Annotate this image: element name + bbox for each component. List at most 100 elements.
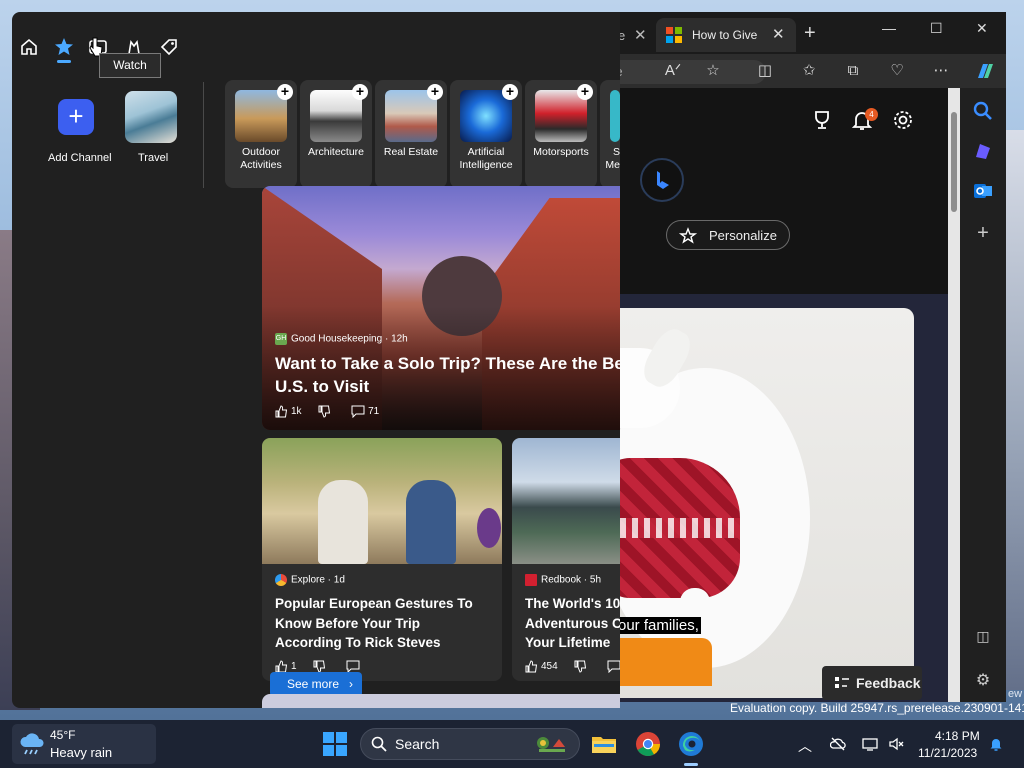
weather-widget-button[interactable]: 45°F Heavy rain	[12, 724, 156, 764]
home-icon[interactable]	[18, 36, 40, 58]
card-title-line: Popular European Gestures To	[275, 596, 473, 611]
close-window-icon[interactable]: ✕	[976, 20, 988, 37]
edge-browser-window: e ✕ How to Give ✕ + — ☐ ✕ yle Aᐟ ☆ ◫ ✩ ⧉…	[560, 12, 1006, 702]
taskbar-clock-time[interactable]: 4:18 PM	[935, 729, 980, 743]
add-sidebar-app-icon[interactable]: +	[972, 222, 994, 244]
dislike-button[interactable]	[318, 405, 334, 418]
bing-chat-button[interactable]	[640, 158, 684, 202]
hero-news-card[interactable]: GH Good Housekeeping · 12h Want to Take a…	[262, 186, 620, 430]
taskbar-search[interactable]	[360, 728, 580, 760]
add-topic-plus-icon[interactable]: +	[577, 84, 593, 100]
travel-channel-thumbnail[interactable]	[125, 91, 177, 143]
notification-center-bell-icon[interactable]	[988, 736, 1004, 752]
explore-logo-icon	[275, 574, 287, 586]
comments-button[interactable]	[607, 660, 620, 674]
add-topic-plus-icon[interactable]: +	[352, 84, 368, 100]
like-button[interactable]: 1k	[275, 405, 302, 418]
card-title: Popular European Gestures To Know Before…	[275, 594, 473, 653]
search-icon[interactable]	[972, 100, 994, 122]
add-topic-plus-icon[interactable]: +	[427, 84, 443, 100]
chevron-right-icon: ›	[349, 677, 354, 691]
topic-thumbnail	[610, 90, 620, 142]
file-explorer-icon[interactable]	[590, 730, 618, 758]
copilot-icon[interactable]	[974, 60, 996, 82]
rewards-trophy-icon[interactable]	[810, 108, 834, 132]
copilot-sidebar-icon[interactable]	[972, 140, 994, 162]
news-card-redbook[interactable]: Redbook · 5h The World's 10 Adventurous …	[512, 438, 620, 681]
dislike-button[interactable]	[574, 660, 590, 673]
feedback-icon	[835, 677, 849, 688]
comment-icon	[607, 660, 620, 674]
settings-gear-icon[interactable]	[891, 108, 915, 132]
topic-label: Motorsports	[533, 146, 589, 158]
favorite-star-icon[interactable]: ☆	[704, 62, 722, 80]
add-topic-plus-icon[interactable]: +	[502, 84, 518, 100]
feedback-button[interactable]: Feedback	[822, 666, 922, 700]
active-nav-indicator	[57, 60, 71, 63]
taskbar-clock-date[interactable]: 11/21/2023	[918, 746, 977, 760]
card-source: Explore · 1d	[275, 574, 345, 586]
new-tab-plus-icon[interactable]: +	[804, 22, 816, 45]
like-count: 454	[541, 661, 558, 673]
chevron-up-icon[interactable]: ︿	[798, 736, 814, 754]
following-star-icon[interactable]	[53, 36, 75, 58]
topic-label: Artificial Intelligence	[459, 146, 513, 171]
topic-partial[interactable]: S Me	[600, 80, 620, 188]
active-app-indicator	[684, 763, 698, 766]
volume-muted-icon[interactable]	[888, 736, 904, 752]
personalize-button[interactable]: Personalize	[666, 220, 790, 250]
taskbar-search-input[interactable]	[395, 735, 515, 753]
scrollbar-thumb[interactable]	[951, 112, 957, 212]
browser-toolbar: yle Aᐟ ☆ ◫ ✩ ⧉ ♡ ⋯	[560, 54, 1006, 88]
close-icon[interactable]: ✕	[772, 25, 785, 43]
topic-label: S Me	[605, 146, 620, 171]
card-image-person	[406, 480, 456, 564]
comment-icon	[351, 405, 365, 419]
topic-motorsports[interactable]: + Motorsports	[525, 80, 597, 188]
edge-sidebar: + ◫ ⚙	[960, 88, 1006, 702]
network-icon[interactable]	[862, 736, 878, 752]
active-tab[interactable]: How to Give ✕	[656, 18, 796, 52]
favorites-icon[interactable]: ✩	[800, 62, 818, 80]
read-aloud-icon[interactable]: Aᐟ	[664, 62, 682, 80]
maximize-icon[interactable]: ☐	[930, 20, 943, 37]
comments-button[interactable]: 71	[351, 405, 379, 419]
hero-source-text: Good Housekeeping · 12h	[291, 333, 408, 345]
thumbs-up-icon	[275, 405, 288, 418]
card-title-line: According To Rick Steves	[275, 635, 441, 650]
news-card-explore[interactable]: Explore · 1d Popular European Gestures T…	[262, 438, 502, 681]
topic-outdoor-activities[interactable]: + Outdoor Activities	[225, 80, 297, 188]
collections-icon[interactable]: ⧉	[844, 62, 862, 80]
thumbs-down-icon	[318, 405, 331, 418]
hero-source: GH Good Housekeeping · 12h	[275, 333, 408, 345]
like-button[interactable]: 454	[525, 660, 558, 673]
chrome-icon[interactable]	[634, 730, 662, 758]
microsoft-logo-icon	[666, 27, 682, 43]
add-channel-button[interactable]: +	[58, 99, 94, 135]
shopping-tag-icon[interactable]	[158, 36, 180, 58]
browser-tab-bar: e ✕ How to Give ✕ + — ☐ ✕	[560, 12, 1006, 54]
close-icon[interactable]: ✕	[634, 26, 647, 44]
cloud-sync-off-icon[interactable]	[830, 736, 846, 752]
like-count: 1k	[291, 406, 302, 418]
topic-artificial-intelligence[interactable]: + Artificial Intelligence	[450, 80, 522, 188]
topic-label: Outdoor Activities	[240, 146, 282, 171]
split-screen-icon[interactable]: ◫	[756, 62, 774, 80]
add-topic-plus-icon[interactable]: +	[277, 84, 293, 100]
topic-real-estate[interactable]: + Real Estate	[375, 80, 447, 188]
topic-architecture[interactable]: + Architecture	[300, 80, 372, 188]
minimize-icon[interactable]: —	[882, 20, 896, 36]
personalize-label: Personalize	[709, 228, 777, 243]
sidebar-settings-icon[interactable]: ⚙	[972, 670, 994, 692]
more-menu-icon[interactable]: ⋯	[932, 62, 950, 80]
page-scrollbar[interactable]	[948, 88, 960, 702]
outlook-icon[interactable]	[972, 180, 994, 202]
address-bar[interactable]: yle	[600, 60, 766, 84]
card-title-line: Adventurous C	[525, 615, 620, 631]
edge-icon[interactable]	[677, 730, 705, 758]
widgets-board: Watch + Add Channel Travel + Outdoor Act…	[12, 12, 620, 708]
sidebar-layout-icon[interactable]: ◫	[972, 628, 994, 650]
windows-logo-icon	[323, 745, 334, 756]
browser-essentials-icon[interactable]: ♡	[888, 62, 906, 80]
start-button[interactable]	[323, 732, 347, 756]
